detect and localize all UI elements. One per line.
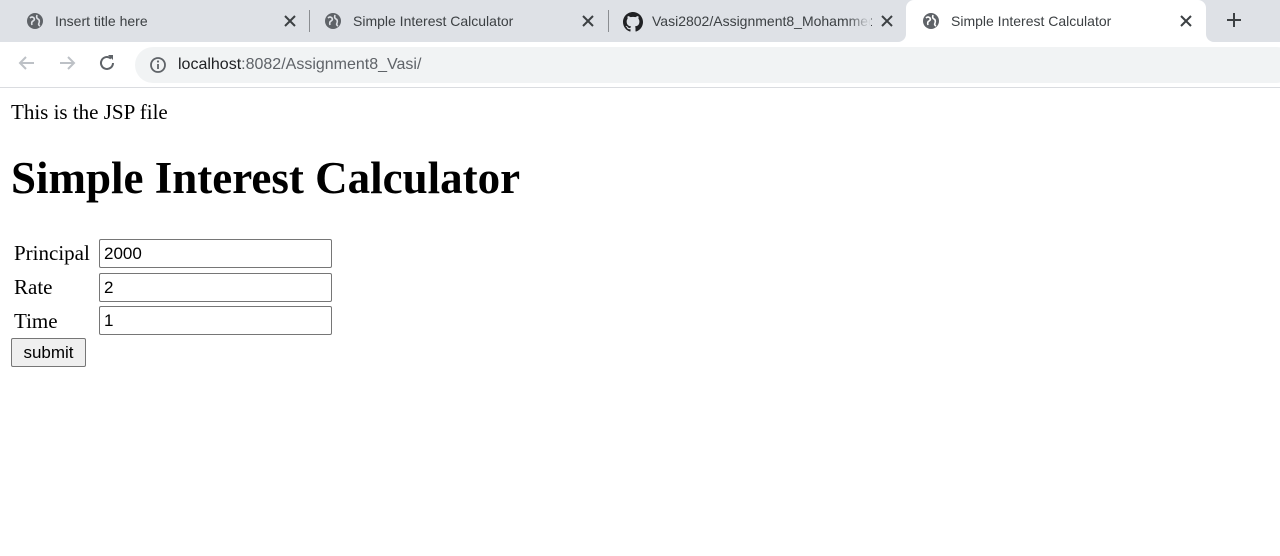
- close-icon[interactable]: [1176, 11, 1196, 31]
- info-icon[interactable]: [149, 56, 167, 74]
- new-tab-button[interactable]: [1220, 8, 1248, 36]
- tab-title: Simple Interest Calculator: [951, 13, 1112, 29]
- globe-icon: [922, 12, 940, 30]
- browser-toolbar: localhost:8082/Assignment8_Vasi/: [0, 42, 1280, 88]
- reload-icon: [98, 54, 116, 77]
- globe-icon: [26, 12, 44, 30]
- principal-label: Principal: [14, 241, 90, 265]
- page-content: This is the JSP file Simple Interest Cal…: [0, 89, 1280, 556]
- tab-github-repo[interactable]: Vasi2802/Assignment8_Mohammed: [597, 0, 905, 42]
- tab-insert-title[interactable]: Insert title here: [0, 0, 308, 42]
- tab-simple-interest-1[interactable]: Simple Interest Calculator: [298, 0, 606, 42]
- url-path: :8082/Assignment8_Vasi/: [241, 56, 422, 73]
- tab-title: Vasi2802/Assignment8_Mohammed: [652, 13, 872, 29]
- time-label: Time: [14, 309, 58, 333]
- tab-strip: Insert title here Simple Interest Calcul…: [0, 0, 1280, 42]
- plus-icon: [1226, 12, 1242, 33]
- time-input[interactable]: [99, 306, 332, 335]
- intro-text: This is the JSP file: [11, 100, 168, 124]
- page-heading: Simple Interest Calculator: [11, 153, 521, 203]
- submit-button[interactable]: submit: [11, 338, 86, 367]
- close-icon[interactable]: [578, 11, 598, 31]
- tab-simple-interest-active[interactable]: Simple Interest Calculator: [906, 0, 1206, 42]
- tab-title: Insert title here: [55, 13, 148, 29]
- url-host: localhost: [178, 56, 242, 73]
- forward-icon: [58, 54, 76, 77]
- rate-input[interactable]: [99, 273, 332, 302]
- github-icon: [623, 12, 643, 32]
- tab-title: Simple Interest Calculator: [353, 13, 514, 29]
- back-icon: [18, 54, 36, 77]
- back-button[interactable]: [14, 52, 40, 78]
- close-icon[interactable]: [877, 11, 897, 31]
- close-icon[interactable]: [280, 11, 300, 31]
- url-text[interactable]: localhost:8082/Assignment8_Vasi/: [178, 56, 421, 74]
- rate-label: Rate: [14, 275, 53, 299]
- globe-icon: [324, 12, 342, 30]
- principal-input[interactable]: [99, 239, 332, 268]
- tab-title-fade: [847, 10, 871, 32]
- reload-button[interactable]: [94, 52, 120, 78]
- address-bar[interactable]: localhost:8082/Assignment8_Vasi/: [135, 47, 1280, 83]
- forward-button[interactable]: [54, 52, 80, 78]
